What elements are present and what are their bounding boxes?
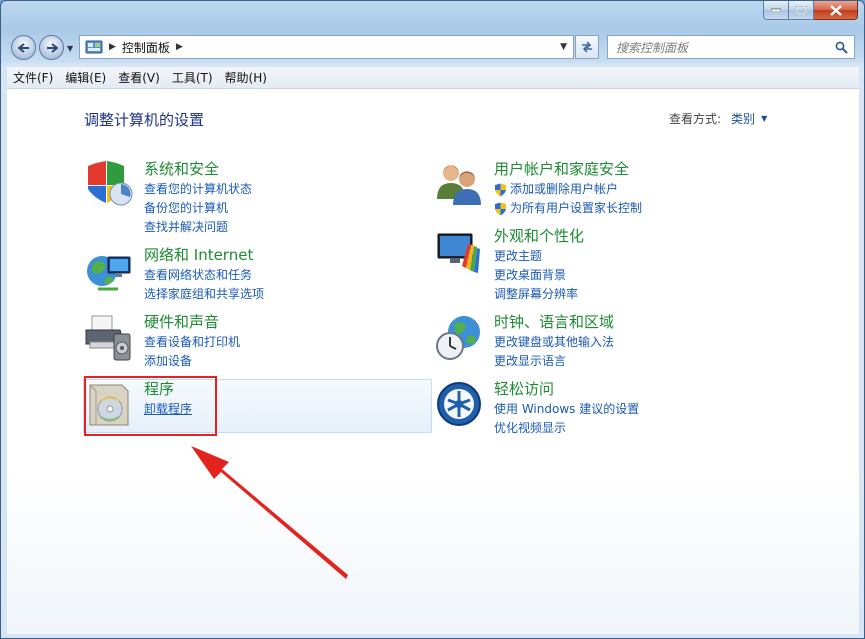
control-panel-window: ▼ ▶ 控制面板 ▶ ▼ 搜索控制面板 文件(F) 编辑(E) 查看(V) 工具… [0, 0, 865, 639]
maximize-icon [795, 5, 807, 15]
arrow-right-icon [46, 42, 58, 53]
close-button[interactable] [814, 1, 858, 20]
search-icon[interactable] [835, 41, 848, 54]
control-panel-icon [85, 40, 103, 54]
menu-view[interactable]: 查看(V) [112, 69, 166, 86]
menu-bar: 文件(F) 编辑(E) 查看(V) 工具(T) 帮助(H) [7, 67, 859, 89]
address-bar[interactable]: ▶ 控制面板 ▶ ▼ [79, 35, 574, 59]
menu-help[interactable]: 帮助(H) [219, 69, 273, 86]
maximize-button[interactable] [789, 1, 814, 20]
annotation-arrow [191, 446, 348, 579]
forward-button[interactable] [39, 35, 64, 60]
breadcrumb-separator-icon[interactable]: ▶ [176, 42, 183, 52]
menu-edit[interactable]: 编辑(E) [59, 69, 112, 86]
content-area: 调整计算机的设置 查看方式: 类别 ▼ 系统和安全 查看您的计算机状态 备份您的… [7, 89, 859, 634]
menu-tools[interactable]: 工具(T) [166, 69, 219, 86]
minimize-icon [771, 8, 781, 12]
refresh-button[interactable] [575, 35, 599, 59]
recent-pages-dropdown[interactable]: ▼ [67, 44, 73, 53]
search-input[interactable]: 搜索控制面板 [616, 39, 835, 56]
search-box[interactable]: 搜索控制面板 [607, 35, 855, 59]
back-button[interactable] [11, 35, 36, 60]
breadcrumb-control-panel[interactable]: 控制面板 [122, 39, 170, 56]
refresh-icon [582, 41, 592, 53]
close-icon [829, 4, 842, 16]
address-dropdown[interactable]: ▼ [560, 42, 567, 52]
breadcrumb-separator-icon[interactable]: ▶ [109, 42, 116, 52]
arrow-left-icon [17, 42, 29, 53]
caption-buttons [763, 1, 858, 20]
menu-file[interactable]: 文件(F) [7, 69, 59, 86]
navigation-bar: ▼ ▶ 控制面板 ▶ ▼ 搜索控制面板 [1, 31, 864, 63]
minimize-button[interactable] [763, 1, 789, 20]
